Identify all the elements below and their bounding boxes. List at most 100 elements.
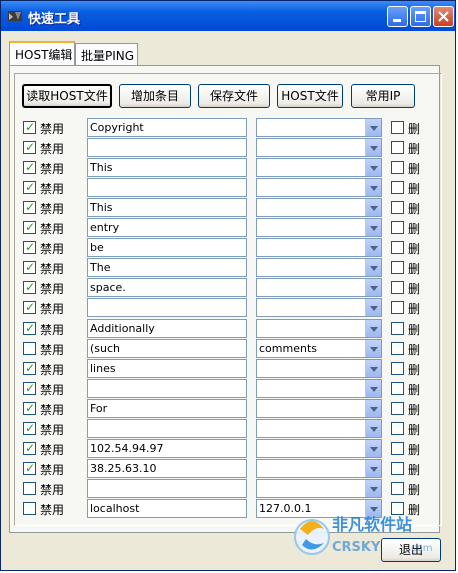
delete-checkbox[interactable] xyxy=(391,482,404,495)
read-host-file-button[interactable]: 读取HOST文件 xyxy=(22,84,112,108)
hostname-input[interactable] xyxy=(87,379,247,398)
dropdown-button[interactable] xyxy=(365,119,381,136)
disable-checkbox[interactable]: ✓ xyxy=(23,421,36,435)
delete-checkbox[interactable] xyxy=(391,301,404,314)
tab-host-edit[interactable]: HOST编辑 xyxy=(9,41,75,65)
dropdown-button[interactable] xyxy=(365,440,381,457)
disable-checkbox[interactable]: ✓ xyxy=(23,140,36,154)
ip-combobox[interactable] xyxy=(256,178,382,197)
dropdown-button[interactable] xyxy=(365,299,381,316)
dropdown-button[interactable] xyxy=(365,199,381,216)
disable-checkbox[interactable]: ✓ xyxy=(23,461,36,475)
ip-combobox[interactable] xyxy=(256,138,382,157)
delete-checkbox[interactable] xyxy=(391,261,404,274)
disable-checkbox[interactable]: ✓ xyxy=(23,300,36,314)
common-ip-button[interactable]: 常用IP xyxy=(351,84,415,108)
dropdown-button[interactable] xyxy=(365,139,381,156)
dropdown-button[interactable] xyxy=(365,380,381,397)
delete-checkbox[interactable] xyxy=(391,221,404,234)
disable-checkbox[interactable]: ✓ xyxy=(23,361,36,375)
hostname-input[interactable]: be xyxy=(87,238,247,257)
dropdown-button[interactable] xyxy=(365,279,381,296)
disable-checkbox[interactable] xyxy=(23,502,36,515)
ip-combobox[interactable] xyxy=(256,379,382,398)
ip-combobox[interactable] xyxy=(256,258,382,277)
ip-combobox[interactable] xyxy=(256,319,382,338)
dropdown-button[interactable] xyxy=(365,340,381,357)
hostname-input[interactable]: lines xyxy=(87,359,247,378)
ip-combobox[interactable] xyxy=(256,359,382,378)
disable-checkbox[interactable]: ✓ xyxy=(23,321,36,335)
delete-checkbox[interactable] xyxy=(391,181,404,194)
disable-checkbox[interactable]: ✓ xyxy=(23,381,36,395)
hostname-input[interactable]: This xyxy=(87,198,247,217)
dropdown-button[interactable] xyxy=(365,480,381,497)
delete-checkbox[interactable] xyxy=(391,241,404,254)
hostname-input[interactable] xyxy=(87,138,247,157)
ip-combobox[interactable]: comments xyxy=(256,339,382,358)
delete-checkbox[interactable] xyxy=(391,342,404,355)
hostname-input[interactable] xyxy=(87,479,247,498)
disable-checkbox[interactable]: ✓ xyxy=(23,220,36,234)
ip-combobox[interactable] xyxy=(256,238,382,257)
delete-checkbox[interactable] xyxy=(391,462,404,475)
disable-checkbox[interactable]: ✓ xyxy=(23,180,36,194)
dropdown-button[interactable] xyxy=(365,219,381,236)
hostname-input[interactable]: For xyxy=(87,399,247,418)
hostname-input[interactable]: The xyxy=(87,258,247,277)
delete-checkbox[interactable] xyxy=(391,201,404,214)
dropdown-button[interactable] xyxy=(365,420,381,437)
dropdown-button[interactable] xyxy=(365,400,381,417)
ip-combobox[interactable] xyxy=(256,298,382,317)
ip-combobox[interactable] xyxy=(256,419,382,438)
disable-checkbox[interactable]: ✓ xyxy=(23,120,36,134)
delete-checkbox[interactable] xyxy=(391,382,404,395)
disable-checkbox[interactable]: ✓ xyxy=(23,441,36,455)
title-bar[interactable]: 快速工具 xyxy=(1,1,455,31)
disable-checkbox[interactable]: ✓ xyxy=(23,280,36,294)
delete-checkbox[interactable] xyxy=(391,402,404,415)
hostname-input[interactable] xyxy=(87,298,247,317)
disable-checkbox[interactable]: ✓ xyxy=(23,401,36,415)
disable-checkbox[interactable]: ✓ xyxy=(23,260,36,274)
dropdown-button[interactable] xyxy=(365,259,381,276)
dropdown-button[interactable] xyxy=(365,179,381,196)
hostname-input[interactable]: Copyright xyxy=(87,118,247,137)
disable-checkbox[interactable]: ✓ xyxy=(23,200,36,214)
maximize-button[interactable] xyxy=(410,6,431,27)
tab-batch-ping[interactable]: 批量PING xyxy=(75,43,138,65)
disable-checkbox[interactable] xyxy=(23,482,36,495)
close-button[interactable] xyxy=(433,6,454,27)
ip-combobox[interactable] xyxy=(256,218,382,237)
dropdown-button[interactable] xyxy=(365,460,381,477)
delete-checkbox[interactable] xyxy=(391,281,404,294)
ip-combobox[interactable] xyxy=(256,158,382,177)
dropdown-button[interactable] xyxy=(365,360,381,377)
ip-combobox[interactable] xyxy=(256,278,382,297)
hostname-input[interactable]: 38.25.63.10 xyxy=(87,459,247,478)
hostname-input[interactable]: (such xyxy=(87,339,247,358)
ip-combobox[interactable] xyxy=(256,118,382,137)
delete-checkbox[interactable] xyxy=(391,322,404,335)
add-entry-button[interactable]: 增加条目 xyxy=(119,84,191,108)
delete-checkbox[interactable] xyxy=(391,141,404,154)
hostname-input[interactable] xyxy=(87,419,247,438)
ip-combobox[interactable] xyxy=(256,459,382,478)
hostname-input[interactable]: 102.54.94.97 xyxy=(87,439,247,458)
disable-checkbox[interactable]: ✓ xyxy=(23,160,36,174)
dropdown-button[interactable] xyxy=(365,239,381,256)
delete-checkbox[interactable] xyxy=(391,161,404,174)
ip-combobox[interactable] xyxy=(256,479,382,498)
dropdown-button[interactable] xyxy=(365,320,381,337)
delete-checkbox[interactable] xyxy=(391,422,404,435)
delete-checkbox[interactable] xyxy=(391,442,404,455)
hostname-input[interactable]: Additionally xyxy=(87,319,247,338)
delete-checkbox[interactable] xyxy=(391,121,404,134)
ip-combobox[interactable] xyxy=(256,198,382,217)
hostname-input[interactable]: localhost xyxy=(87,499,247,518)
minimize-button[interactable] xyxy=(387,6,408,27)
save-file-button[interactable]: 保存文件 xyxy=(198,84,270,108)
hostname-input[interactable] xyxy=(87,178,247,197)
hostname-input[interactable]: This xyxy=(87,158,247,177)
ip-combobox[interactable] xyxy=(256,399,382,418)
